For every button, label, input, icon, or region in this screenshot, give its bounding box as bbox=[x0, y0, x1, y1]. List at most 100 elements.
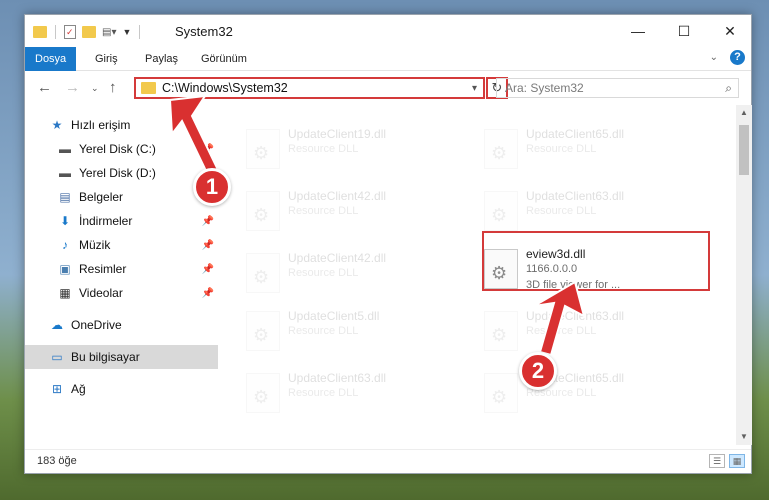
window-title: System32 bbox=[175, 24, 233, 39]
sidebar-item-label: Ağ bbox=[71, 382, 86, 396]
sidebar-item-quick-access[interactable]: ★ Hızlı erişim bbox=[25, 113, 218, 137]
sidebar-item-local-disk-d[interactable]: ▬ Yerel Disk (D:) bbox=[25, 161, 218, 185]
sidebar-item-onedrive[interactable]: ☁ OneDrive bbox=[25, 313, 218, 337]
back-arrow-icon[interactable]: ← bbox=[37, 79, 52, 96]
file-item[interactable]: ⚙ UpdateClient65.dll Resource DLL bbox=[478, 369, 698, 415]
sidebar-item-label: Resimler bbox=[79, 262, 127, 276]
file-item[interactable]: ⚙ UpdateClient63.dll Resource DLL bbox=[478, 307, 698, 353]
chevron-down-icon[interactable]: ▾ bbox=[472, 83, 477, 94]
file-item[interactable]: ⚙ UpdateClient42.dll Resource DLL bbox=[240, 187, 460, 233]
pin-icon[interactable]: 📌 bbox=[202, 144, 214, 155]
details-view-icon[interactable]: ☰ bbox=[709, 454, 725, 468]
gear-icon: ⚙ bbox=[491, 325, 508, 345]
gear-icon: ⚙ bbox=[253, 325, 270, 345]
expand-ribbon-icon[interactable]: ⌄ bbox=[710, 52, 718, 63]
tab-home[interactable]: Giriş bbox=[85, 47, 128, 71]
sidebar-item-pictures[interactable]: ▣ Resimler 📌 bbox=[25, 257, 218, 281]
search-box: ⌕ bbox=[496, 78, 739, 98]
computer-icon: ▭ bbox=[51, 350, 63, 364]
file-name: UpdateClient65.dll bbox=[526, 127, 625, 141]
step-badge-1: 1 bbox=[193, 168, 231, 206]
gear-icon: ⚙ bbox=[491, 205, 508, 225]
address-bar[interactable]: C:\Windows\System32 ▾ bbox=[134, 77, 485, 99]
step-badge-2: 2 bbox=[519, 352, 557, 390]
folder-icon bbox=[141, 82, 156, 94]
maximize-button[interactable]: ☐ bbox=[661, 15, 707, 47]
sidebar-item-label: Bu bilgisayar bbox=[71, 350, 140, 364]
star-icon: ★ bbox=[51, 118, 63, 132]
sidebar-item-label: Müzik bbox=[79, 238, 111, 252]
file-item[interactable]: ⚙ UpdateClient63.dll Resource DLL bbox=[240, 369, 460, 415]
search-icon[interactable]: ⌕ bbox=[725, 81, 732, 96]
close-button[interactable]: ✕ bbox=[707, 15, 753, 47]
folder-icon bbox=[33, 26, 47, 38]
pin-icon[interactable]: 📌 bbox=[202, 264, 214, 275]
file-item[interactable]: ⚙ UpdateClient42.dll Resource DLL bbox=[240, 249, 460, 295]
quick-access-toolbar: ✓ ▤▾ ▼ bbox=[33, 23, 142, 41]
sidebar-item-label: Yerel Disk (D:) bbox=[79, 166, 156, 180]
sidebar-item-network[interactable]: ⊞ Ağ bbox=[25, 377, 218, 401]
sidebar-item-label: İndirmeler bbox=[79, 214, 133, 228]
file-name: UpdateClient42.dll bbox=[288, 189, 387, 203]
tab-share[interactable]: Paylaş bbox=[135, 47, 188, 71]
file-name: UpdateClient19.dll bbox=[288, 127, 387, 141]
dll-file-icon: ⚙ bbox=[484, 129, 518, 169]
dll-file-icon: ⚙ bbox=[246, 129, 280, 169]
vertical-scrollbar[interactable]: ▲ ▼ bbox=[736, 105, 752, 445]
file-item[interactable]: ⚙ UpdateClient19.dll Resource DLL bbox=[240, 125, 460, 171]
pin-icon[interactable]: 📌 bbox=[202, 216, 214, 227]
pin-icon[interactable]: 📌 bbox=[202, 240, 214, 251]
sidebar-item-documents[interactable]: ▤ Belgeler bbox=[25, 185, 218, 209]
gear-icon: ⚙ bbox=[491, 387, 508, 407]
up-arrow-icon[interactable]: ↑ bbox=[109, 79, 117, 96]
title-bar: ✓ ▤▾ ▼ System32 — ☐ ✕ bbox=[25, 15, 751, 47]
file-item[interactable]: ⚙ UpdateClient65.dll Resource DLL bbox=[478, 125, 698, 171]
item-count: 183 öğe bbox=[37, 455, 77, 467]
sidebar-item-videos[interactable]: ▦ Videolar 📌 bbox=[25, 281, 218, 305]
file-item[interactable]: ⚙ UpdateClient5.dll Resource DLL bbox=[240, 307, 460, 353]
sidebar-item-label: Yerel Disk (C:) bbox=[79, 142, 156, 156]
gear-icon: ⚙ bbox=[491, 143, 508, 163]
gear-icon: ⚙ bbox=[253, 387, 270, 407]
sidebar-item-downloads[interactable]: ⬇ İndirmeler 📌 bbox=[25, 209, 218, 233]
tiles-view-icon[interactable]: ▦ bbox=[729, 454, 745, 468]
network-icon: ⊞ bbox=[51, 382, 63, 396]
ribbon-controls: ⌄ ? bbox=[710, 50, 745, 65]
dll-file-icon: ⚙ bbox=[484, 373, 518, 413]
divider bbox=[55, 25, 56, 39]
navigation-pane: ★ Hızlı erişim ▬ Yerel Disk (C:) 📌 ▬ Yer… bbox=[25, 105, 218, 445]
file-type: Resource DLL bbox=[526, 205, 597, 217]
tab-file[interactable]: Dosya bbox=[25, 47, 77, 71]
sidebar-item-label: OneDrive bbox=[71, 318, 122, 332]
sidebar-item-music[interactable]: ♪ Müzik 📌 bbox=[25, 233, 218, 257]
gear-icon: ⚙ bbox=[253, 267, 270, 287]
file-name: UpdateClient42.dll bbox=[288, 251, 387, 265]
help-icon[interactable]: ? bbox=[730, 50, 745, 65]
toolbar-dropdown-icon[interactable]: ▼ bbox=[122, 27, 131, 37]
sidebar-item-local-disk-c[interactable]: ▬ Yerel Disk (C:) 📌 bbox=[25, 137, 218, 161]
scroll-up-icon[interactable]: ▲ bbox=[736, 105, 752, 121]
dll-file-icon: ⚙ bbox=[246, 191, 280, 231]
documents-icon: ▤ bbox=[59, 190, 71, 204]
dll-file-icon: ⚙ bbox=[246, 253, 280, 293]
scroll-down-icon[interactable]: ▼ bbox=[736, 429, 752, 445]
divider bbox=[139, 25, 141, 39]
file-item[interactable]: ⚙ UpdateClient63.dll Resource DLL bbox=[478, 187, 698, 233]
sidebar-item-label: Hızlı erişim bbox=[71, 118, 131, 132]
pin-icon[interactable]: 📌 bbox=[202, 288, 214, 299]
file-explorer-window: ✓ ▤▾ ▼ System32 — ☐ ✕ Dosya Giriş Paylaş… bbox=[24, 14, 752, 474]
properties-icon[interactable]: ✓ bbox=[64, 25, 76, 39]
tab-view[interactable]: Görünüm bbox=[191, 47, 257, 71]
sidebar-item-this-pc[interactable]: ▭ Bu bilgisayar bbox=[25, 345, 218, 369]
scrollbar-thumb[interactable] bbox=[739, 125, 749, 175]
status-bar: 183 öğe ☰ ▦ bbox=[25, 449, 751, 473]
dll-file-icon: ⚙ bbox=[484, 311, 518, 351]
file-name: UpdateClient63.dll bbox=[526, 189, 625, 203]
customize-toolbar-icon[interactable]: ▤▾ bbox=[102, 27, 116, 38]
search-input[interactable] bbox=[497, 81, 726, 95]
forward-arrow-icon[interactable]: → bbox=[65, 79, 80, 96]
new-folder-icon[interactable] bbox=[82, 26, 96, 38]
file-type: Resource DLL bbox=[288, 205, 359, 217]
minimize-button[interactable]: — bbox=[615, 15, 661, 47]
recent-locations-icon[interactable]: ⌄ bbox=[91, 83, 99, 94]
